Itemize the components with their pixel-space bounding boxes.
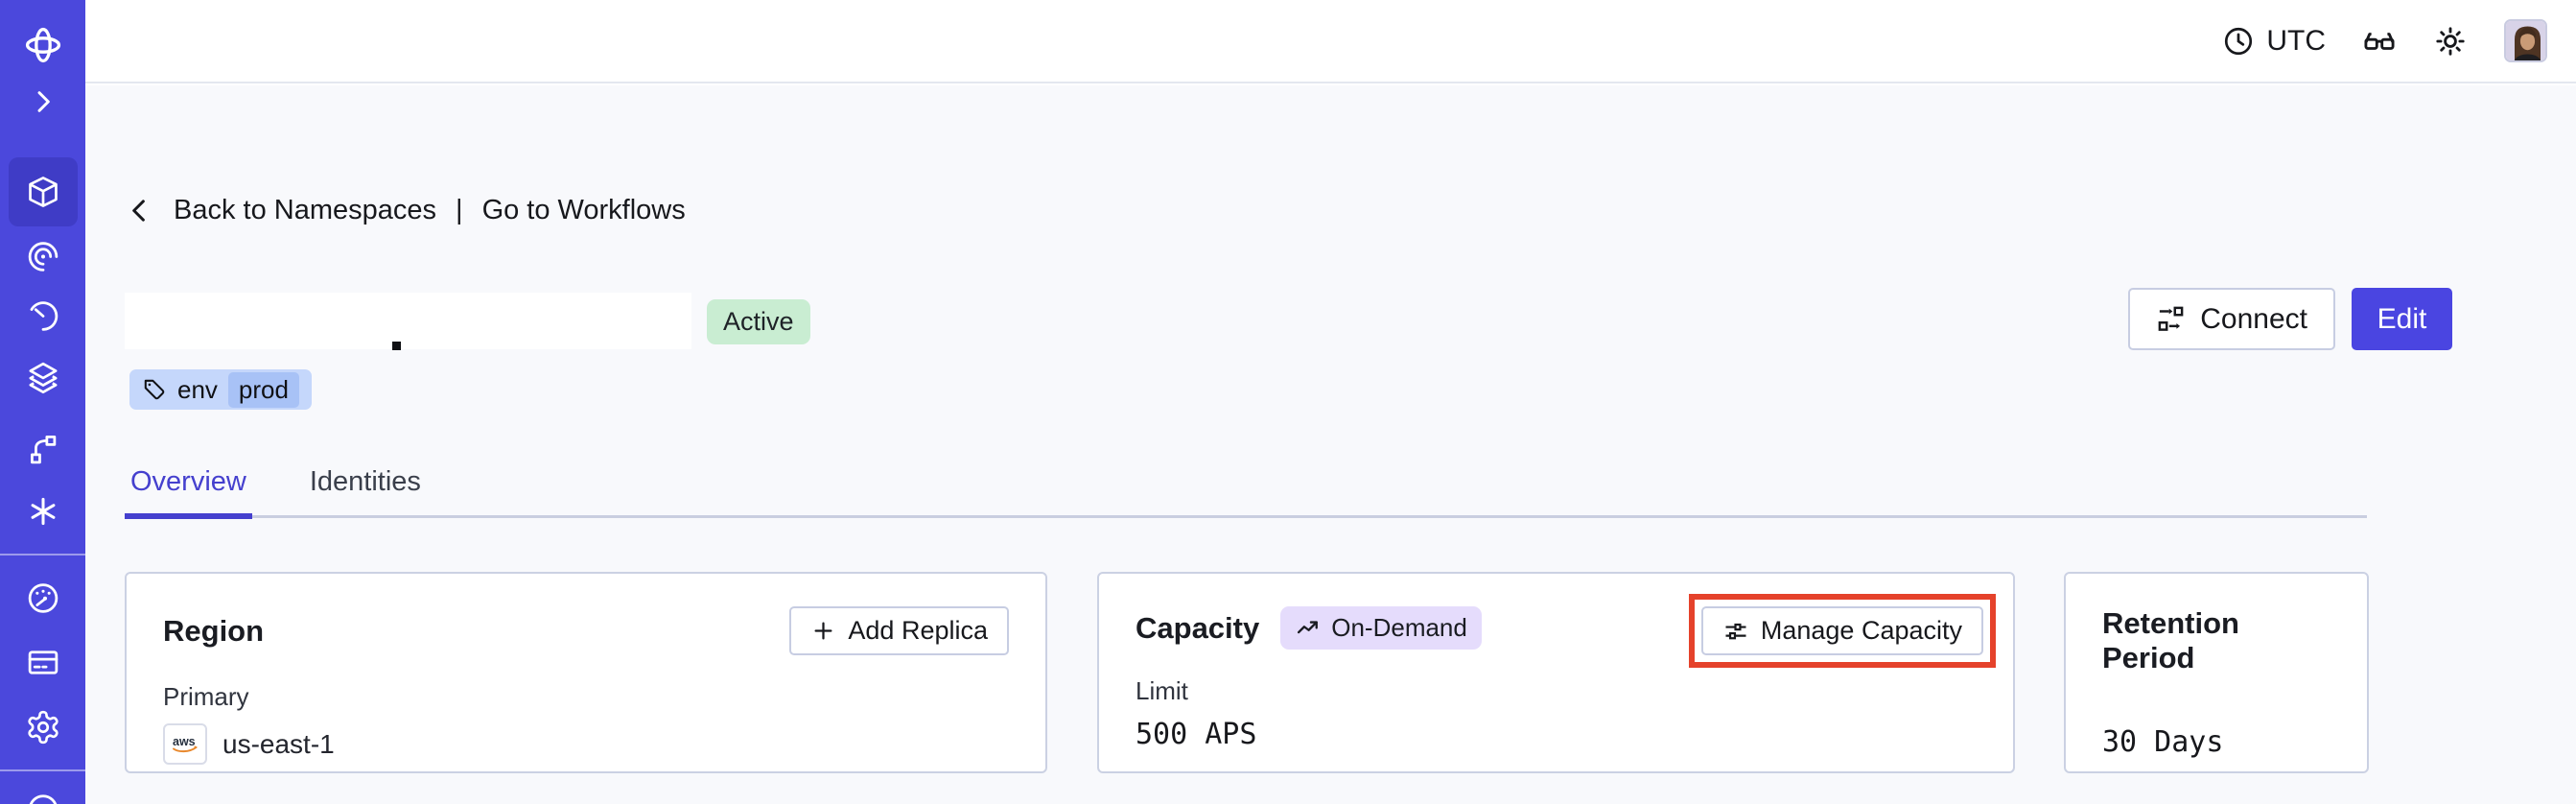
retention-card-title: Retention Period bbox=[2102, 606, 2239, 674]
tag-value: prod bbox=[227, 371, 299, 408]
region-value-row: aws us-east-1 bbox=[163, 723, 1009, 765]
edit-button-label: Edit bbox=[2377, 302, 2427, 335]
temporal-logo[interactable] bbox=[23, 25, 63, 65]
capacity-card: Capacity On-Demand Manage Capacity Limit… bbox=[1097, 572, 2015, 773]
timer-icon bbox=[30, 301, 58, 331]
redacted-namespace-title bbox=[125, 293, 691, 349]
partial-circle-icon bbox=[29, 794, 57, 804]
capacity-card-title: Capacity bbox=[1136, 610, 1260, 645]
plus-icon bbox=[814, 622, 832, 640]
trend-up-icon bbox=[1298, 620, 1319, 633]
sidebar-expand-chevron-right-icon[interactable] bbox=[28, 86, 59, 117]
action-highlight-box: Manage Capacity bbox=[1688, 594, 1996, 668]
sidebar-divider bbox=[0, 554, 85, 556]
region-primary-label: Primary bbox=[163, 682, 249, 711]
header-actions: Connect Edit bbox=[2128, 288, 2452, 350]
sidebar-item-batch[interactable] bbox=[25, 432, 60, 467]
retention-value: 30 Days bbox=[2102, 725, 2224, 759]
connect-button-label: Connect bbox=[2200, 302, 2307, 335]
capacity-limit-label: Limit bbox=[1136, 676, 1188, 705]
clock-icon bbox=[2225, 27, 2253, 55]
sidebar-item-schedules[interactable] bbox=[25, 298, 60, 334]
add-replica-label: Add Replica bbox=[848, 616, 988, 645]
region-card: Region Add Replica Primary aws us-east-1 bbox=[125, 572, 1047, 773]
svg-text:aws: aws bbox=[173, 735, 196, 748]
layers-icon bbox=[29, 362, 57, 394]
aws-logo: aws bbox=[163, 723, 207, 765]
sidebar-item-help[interactable] bbox=[25, 789, 60, 804]
sliders-icon bbox=[1725, 623, 1746, 639]
breadcrumb: Back to Namespaces | Go to Workflows bbox=[125, 195, 686, 226]
tab-bar: Overview Identities bbox=[125, 466, 2367, 519]
chevron-left-icon[interactable] bbox=[125, 196, 154, 225]
on-demand-label: On-Demand bbox=[1331, 613, 1467, 642]
sidebar-item-namespaces[interactable] bbox=[8, 157, 78, 226]
connect-button[interactable]: Connect bbox=[2128, 288, 2335, 350]
retention-card: Retention Period 30 Days bbox=[2064, 572, 2369, 773]
manage-capacity-label: Manage Capacity bbox=[1760, 616, 1962, 645]
theme-toggle-button[interactable] bbox=[2433, 24, 2468, 59]
asterisk-icon bbox=[31, 497, 55, 526]
region-card-title: Region bbox=[163, 613, 265, 648]
sidebar-item-deployments[interactable] bbox=[25, 360, 61, 396]
region-name: us-east-1 bbox=[222, 728, 335, 759]
sun-icon bbox=[2436, 26, 2465, 56]
status-badge: Active bbox=[707, 299, 810, 344]
gauge-icon bbox=[28, 583, 58, 613]
tag-key: env bbox=[177, 374, 218, 404]
glasses-icon bbox=[2364, 32, 2395, 50]
branch-icon bbox=[30, 436, 56, 464]
sidebar-divider bbox=[0, 769, 85, 771]
billing-card-icon bbox=[28, 650, 58, 674]
sidebar-item-usage[interactable] bbox=[25, 580, 60, 616]
cube-icon bbox=[28, 177, 58, 207]
sidebar-item-nexus[interactable] bbox=[25, 493, 61, 530]
tab-overview[interactable]: Overview bbox=[125, 466, 252, 519]
breadcrumb-back-link[interactable]: Back to Namespaces bbox=[174, 195, 436, 226]
sidebar-item-billing[interactable] bbox=[25, 645, 60, 680]
timezone-label: UTC bbox=[2266, 24, 2326, 57]
timezone-selector[interactable]: UTC bbox=[2222, 25, 2326, 58]
sidebar bbox=[0, 0, 85, 804]
manage-capacity-button[interactable]: Manage Capacity bbox=[1700, 606, 1983, 655]
breadcrumb-workflows-link[interactable]: Go to Workflows bbox=[482, 195, 686, 226]
redaction-artifact bbox=[392, 342, 401, 350]
tag-icon bbox=[144, 379, 165, 400]
tab-identities[interactable]: Identities bbox=[304, 466, 427, 519]
on-demand-badge: On-Demand bbox=[1280, 606, 1482, 650]
capacity-limit-value: 500 APS bbox=[1136, 718, 1257, 751]
namespace-tag-chip: env prod bbox=[129, 369, 312, 410]
sidebar-item-spiral[interactable] bbox=[25, 239, 60, 274]
add-replica-button[interactable]: Add Replica bbox=[789, 606, 1009, 655]
sidebar-item-settings[interactable] bbox=[25, 709, 61, 745]
gear-icon bbox=[27, 710, 59, 745]
spiral-icon bbox=[28, 242, 58, 272]
topbar: UTC bbox=[85, 0, 2576, 83]
connect-flow-icon bbox=[2158, 306, 2184, 331]
user-avatar[interactable] bbox=[2504, 19, 2547, 62]
edit-button[interactable]: Edit bbox=[2352, 288, 2452, 350]
labs-glasses-button[interactable] bbox=[2362, 24, 2397, 59]
breadcrumb-separator: | bbox=[456, 195, 463, 225]
